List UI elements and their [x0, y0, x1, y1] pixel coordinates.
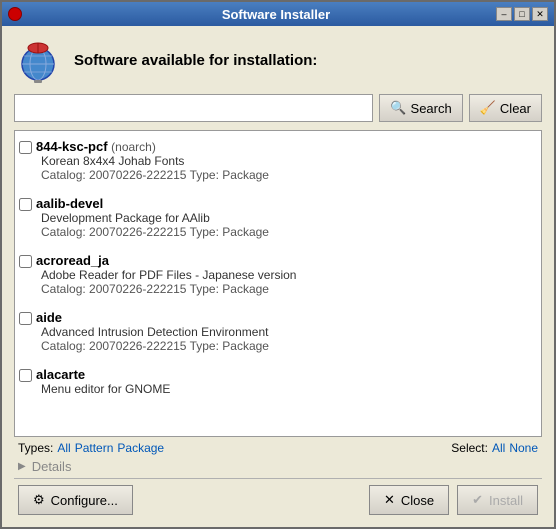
install-icon: ✔	[472, 492, 483, 508]
install-label: Install	[489, 493, 523, 508]
btn-right: ✕ Close ✔ Install	[369, 485, 538, 515]
search-row: 🔍 Search 🧹 Clear	[14, 94, 542, 122]
pkg-desc: Development Package for AAlib	[41, 211, 533, 225]
list-item: acroread_ja Adobe Reader for PDF Files -…	[15, 249, 541, 300]
pkg-name: acroread_ja	[36, 253, 109, 268]
details-row: ▶ Details	[14, 457, 542, 478]
pkg-name: aide	[36, 310, 62, 325]
list-item: 844-ksc-pcf (noarch) Korean 8x4x4 Johab …	[15, 135, 541, 186]
pkg-header: acroread_ja	[19, 253, 533, 268]
select-row: Select: All None	[451, 441, 538, 455]
content-area: Software available for installation: 🔍 S…	[2, 26, 554, 527]
minimize-button[interactable]: –	[496, 7, 512, 21]
types-row: Types: All Pattern Package	[18, 441, 164, 455]
pkg-desc: Menu editor for GNOME	[41, 382, 533, 396]
pkg-header: alacarte	[19, 367, 533, 382]
install-button[interactable]: ✔ Install	[457, 485, 538, 515]
pkg-desc: Korean 8x4x4 Johab Fonts	[41, 154, 533, 168]
package-list[interactable]: 844-ksc-pcf (noarch) Korean 8x4x4 Johab …	[14, 130, 542, 437]
select-none-link[interactable]: None	[509, 441, 538, 455]
buttons-row: ⚙ Configure... ✕ Close ✔ Install	[14, 478, 542, 519]
globe-icon	[14, 36, 62, 84]
btn-left: ⚙ Configure...	[18, 485, 133, 515]
search-label: Search	[411, 101, 452, 116]
list-item: aide Advanced Intrusion Detection Enviro…	[15, 306, 541, 357]
pkg-checkbox-aalib-devel[interactable]	[19, 198, 32, 211]
pkg-catalog: Catalog: 20070226-222215 Type: Package	[41, 282, 533, 296]
pkg-header: aide	[19, 310, 533, 325]
select-all-link[interactable]: All	[492, 441, 505, 455]
search-button[interactable]: 🔍 Search	[379, 94, 462, 122]
types-pattern-link[interactable]: Pattern	[75, 441, 114, 455]
clear-label: Clear	[500, 101, 531, 116]
pkg-checkbox-844-ksc-pcf[interactable]	[19, 141, 32, 154]
pkg-name: aalib-devel	[36, 196, 103, 211]
pkg-desc: Advanced Intrusion Detection Environment	[41, 325, 533, 339]
pkg-desc: Adobe Reader for PDF Files - Japanese ve…	[41, 268, 533, 282]
maximize-button[interactable]: □	[514, 7, 530, 21]
types-all-link[interactable]: All	[57, 441, 70, 455]
search-input[interactable]	[14, 94, 373, 122]
details-arrow-icon: ▶	[18, 461, 26, 472]
types-package-link[interactable]: Package	[117, 441, 164, 455]
title-bar: Software Installer – □ ✕	[2, 2, 554, 26]
pkg-checkbox-aide[interactable]	[19, 312, 32, 325]
list-inner: 844-ksc-pcf (noarch) Korean 8x4x4 Johab …	[15, 131, 541, 404]
pkg-checkbox-alacarte[interactable]	[19, 369, 32, 382]
clear-icon: 🧹	[480, 100, 496, 116]
main-window: Software Installer – □ ✕	[0, 0, 556, 529]
close-label: Close	[401, 493, 434, 508]
close-button[interactable]: ✕	[532, 7, 548, 21]
details-label[interactable]: Details	[32, 459, 72, 474]
types-label: Types:	[18, 441, 53, 455]
pkg-catalog: Catalog: 20070226-222215 Type: Package	[41, 168, 533, 182]
clear-button[interactable]: 🧹 Clear	[469, 94, 542, 122]
pkg-catalog: Catalog: 20070226-222215 Type: Package	[41, 339, 533, 353]
pkg-header: aalib-devel	[19, 196, 533, 211]
close-button[interactable]: ✕ Close	[369, 485, 449, 515]
pkg-catalog: Catalog: 20070226-222215 Type: Package	[41, 225, 533, 239]
list-item: alacarte Menu editor for GNOME	[15, 363, 541, 400]
search-icon: 🔍	[390, 100, 406, 116]
configure-button[interactable]: ⚙ Configure...	[18, 485, 133, 515]
list-item: aalib-devel Development Package for AAli…	[15, 192, 541, 243]
pkg-checkbox-acroread-ja[interactable]	[19, 255, 32, 268]
bottom-bar: Types: All Pattern Package Select: All N…	[14, 437, 542, 457]
pkg-name: alacarte	[36, 367, 85, 382]
header-text: Software available for installation:	[74, 52, 317, 69]
pkg-extra: (noarch)	[111, 140, 156, 154]
window-title: Software Installer	[56, 7, 496, 22]
window-controls: – □ ✕	[496, 7, 548, 21]
configure-label: Configure...	[51, 493, 118, 508]
close-icon: ✕	[384, 492, 395, 508]
pkg-header: 844-ksc-pcf (noarch)	[19, 139, 533, 154]
pkg-name: 844-ksc-pcf (noarch)	[36, 139, 156, 154]
header-row: Software available for installation:	[14, 36, 542, 84]
select-label: Select:	[451, 441, 488, 455]
configure-icon: ⚙	[33, 492, 45, 508]
